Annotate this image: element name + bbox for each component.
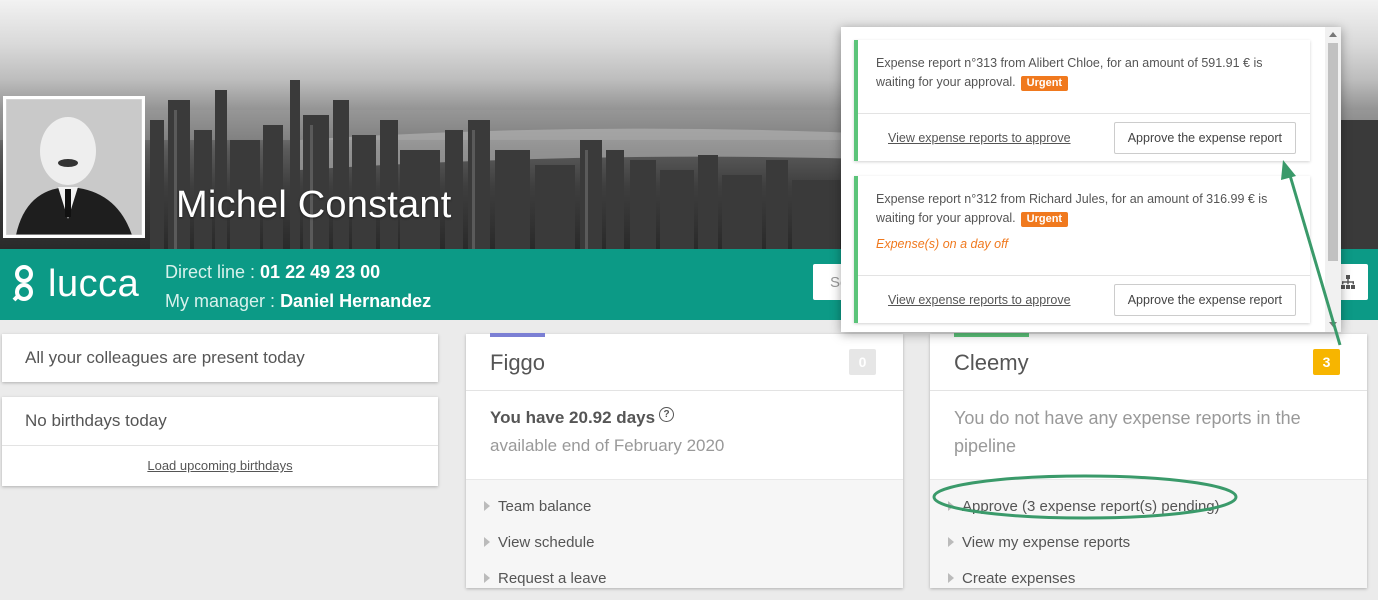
caret-right-icon — [948, 573, 954, 583]
cleemy-title[interactable]: Cleemy — [954, 350, 1029, 376]
user-name: Michel Constant — [176, 184, 452, 226]
birthdays-widget: No birthdays today Load upcoming birthda… — [2, 397, 438, 486]
lucca-logo[interactable]: lucca — [10, 262, 139, 306]
view-schedule-link[interactable]: View schedule — [466, 524, 903, 560]
figgo-title[interactable]: Figgo — [490, 350, 545, 376]
figgo-days-text: You have 20.92 days — [490, 408, 656, 427]
notifications-popup: Expense report n°313 from Alibert Chloe,… — [841, 27, 1341, 332]
approve-expense-report-button[interactable]: Approve the expense report — [1113, 121, 1296, 154]
scroll-down-icon[interactable] — [1329, 322, 1337, 327]
cleemy-accent — [954, 333, 1029, 337]
figgo-available-text: available end of February 2020 — [490, 436, 725, 455]
day-off-warning: Expense(s) on a day off — [876, 237, 1009, 251]
help-icon[interactable]: ? — [659, 406, 675, 422]
direct-line: Direct line : 01 22 49 23 00 — [165, 258, 431, 287]
manager: My manager : Daniel Hernandez — [165, 287, 431, 316]
divider — [930, 390, 1367, 391]
create-expenses-link[interactable]: Create expenses — [930, 560, 1367, 596]
notification-item: Expense report n°312 from Richard Jules,… — [854, 176, 1310, 323]
request-leave-link[interactable]: Request a leave — [466, 560, 903, 596]
figgo-card: Figgo 0 You have 20.92 days ? available … — [466, 333, 903, 588]
link-label: Approve (3 expense report(s) pending) — [962, 497, 1220, 515]
approve-expense-report-button[interactable]: Approve the expense report — [1113, 283, 1296, 316]
figgo-links: Team balance View schedule Request a lea… — [466, 479, 903, 588]
notification-actions: View expense reports to approve Approve … — [858, 275, 1310, 323]
caret-right-icon — [484, 537, 490, 547]
link-label: View my expense reports — [962, 533, 1131, 551]
lucca-logo-icon — [12, 265, 33, 302]
figgo-days: You have 20.92 days ? — [490, 406, 879, 428]
direct-line-value[interactable]: 01 22 49 23 00 — [260, 262, 380, 282]
notification-actions: View expense reports to approve Approve … — [858, 113, 1310, 161]
avatar-photo — [6, 99, 142, 235]
load-birthdays-link[interactable]: Load upcoming birthdays — [2, 458, 438, 473]
caret-right-icon — [948, 537, 954, 547]
org-chart-icon — [1341, 275, 1355, 289]
logo-text: lucca — [48, 262, 140, 305]
caret-right-icon — [484, 501, 490, 511]
figgo-accent — [490, 333, 545, 337]
scroll-up-icon[interactable] — [1329, 32, 1337, 37]
cleemy-count-badge[interactable]: 3 — [1313, 349, 1340, 375]
urgent-badge: Urgent — [1020, 76, 1069, 91]
cleemy-card: Cleemy 3 You do not have any expense rep… — [930, 333, 1367, 588]
link-label: Team balance — [498, 497, 592, 515]
notification-item: Expense report n°313 from Alibert Chloe,… — [854, 40, 1310, 161]
manager-value[interactable]: Daniel Hernandez — [280, 291, 431, 311]
figgo-body: You have 20.92 days ? available end of F… — [490, 406, 879, 456]
view-expense-reports-link[interactable]: View expense reports to approve — [888, 131, 1071, 145]
figgo-count-badge: 0 — [849, 349, 876, 375]
view-expense-reports-link[interactable]: View expense reports to approve — [888, 293, 1071, 307]
notification-text: Expense report n°313 from Alibert Chloe,… — [876, 56, 1263, 89]
link-label: Request a leave — [498, 569, 607, 587]
notification-message: Expense report n°312 from Richard Jules,… — [858, 176, 1310, 254]
scrollbar[interactable] — [1325, 27, 1341, 332]
birthdays-title: No birthdays today — [2, 397, 438, 446]
divider — [466, 390, 903, 391]
scrollbar-thumb[interactable] — [1328, 43, 1338, 261]
link-label: View schedule — [498, 533, 595, 551]
caret-right-icon — [948, 501, 954, 511]
caret-right-icon — [484, 573, 490, 583]
contact-info: Direct line : 01 22 49 23 00 My manager … — [165, 258, 431, 316]
notification-text: Expense report n°312 from Richard Jules,… — [876, 192, 1268, 225]
urgent-badge: Urgent — [1020, 212, 1069, 227]
manager-label: My manager : — [165, 291, 276, 311]
colleagues-widget: All your colleagues are present today — [2, 334, 438, 382]
team-balance-link[interactable]: Team balance — [466, 488, 903, 524]
cleemy-links: Approve (3 expense report(s) pending) Vi… — [930, 479, 1367, 588]
view-my-expense-reports-link[interactable]: View my expense reports — [930, 524, 1367, 560]
direct-line-label: Direct line : — [165, 262, 256, 282]
notification-message: Expense report n°313 from Alibert Chloe,… — [858, 40, 1310, 92]
approve-pending-link[interactable]: Approve (3 expense report(s) pending) — [930, 488, 1367, 524]
cleemy-empty-text: You do not have any expense reports in t… — [954, 408, 1301, 456]
cleemy-body: You do not have any expense reports in t… — [954, 408, 1343, 460]
link-label: Create expenses — [962, 569, 1076, 587]
avatar[interactable] — [3, 96, 145, 238]
